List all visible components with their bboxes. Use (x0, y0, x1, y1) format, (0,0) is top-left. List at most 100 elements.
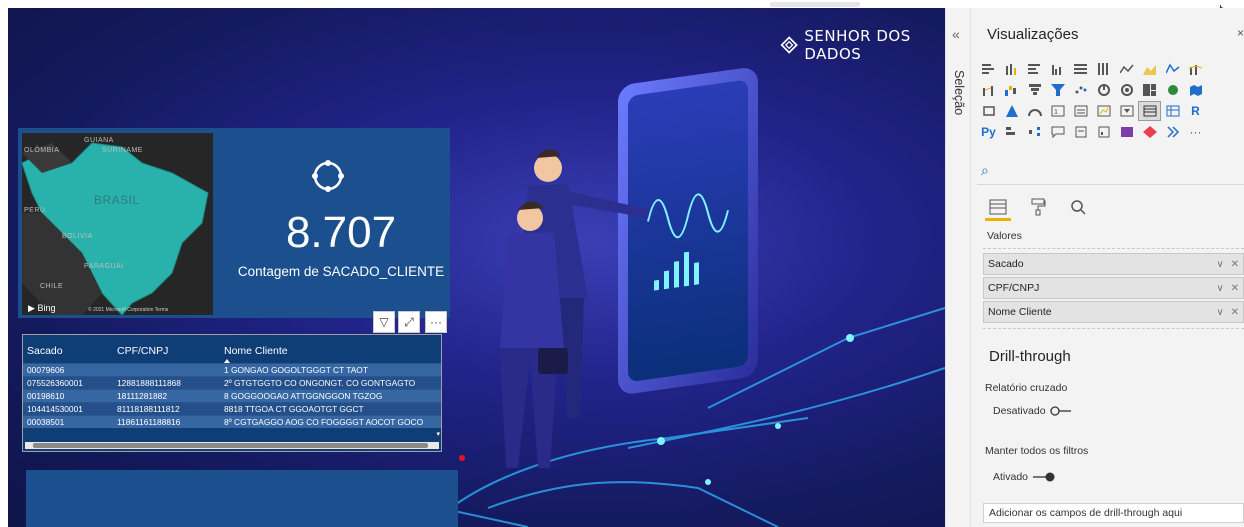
field-options-icon[interactable]: ∨ ✕ (1217, 259, 1241, 270)
table-cell: 11861161188816 (113, 414, 220, 428)
collapse-chevron-icon[interactable]: « (952, 26, 960, 42)
python-visual-label: Py (981, 124, 996, 139)
keep-filters-toggle[interactable]: Ativado (993, 471, 1056, 483)
more-options-button[interactable]: ··· (425, 311, 447, 333)
table-cell: 00198610 (23, 388, 113, 402)
well-divider (983, 328, 1244, 329)
search-icon[interactable]: ⌕ (981, 162, 989, 179)
scroll-segment[interactable] (770, 2, 860, 7)
multi-row-card-icon[interactable] (1069, 101, 1092, 121)
clustered-bar-chart-icon[interactable] (1023, 59, 1046, 79)
cross-report-label: Relatório cruzado (985, 382, 1068, 394)
brand-name: SENHOR DOS DADOS (804, 27, 911, 63)
paginated-report-icon[interactable] (1092, 122, 1115, 142)
kpi-card[interactable]: OLÔMBIA GUIANA SURINAME PERU BOLÍVIA PAR… (18, 128, 450, 318)
close-icon[interactable]: × (1237, 26, 1244, 40)
stacked-column-chart-icon[interactable] (1000, 59, 1023, 79)
red-dot-marker (459, 455, 465, 461)
matrix-icon[interactable] (1161, 101, 1184, 121)
scroll-down-icon[interactable]: ▾ (436, 430, 440, 438)
waterfall-chart-icon[interactable] (1000, 80, 1023, 100)
toggle-on-icon[interactable] (1032, 472, 1056, 482)
kpi-icon[interactable] (1092, 101, 1115, 121)
drill-through-drop-zone[interactable]: Adicionar os campos de drill-through aqu… (983, 503, 1244, 523)
clustered-column-chart-icon[interactable] (1046, 59, 1069, 79)
table-row[interactable]: 075526360001 12881888111868 2º GTGTGGTO … (23, 375, 441, 389)
column-header-label: Nome Cliente (224, 345, 288, 358)
100-stacked-column-chart-icon[interactable] (1092, 59, 1115, 79)
key-influencers-icon[interactable] (1000, 122, 1023, 142)
selection-pane-label[interactable]: Seleção (952, 70, 966, 115)
cross-report-toggle[interactable]: Desativado (993, 405, 1072, 417)
decomposition-tree-icon[interactable] (1023, 122, 1046, 142)
card-icon[interactable]: 1 (1046, 101, 1069, 121)
pie-chart-icon[interactable] (1092, 80, 1115, 100)
power-apps-icon[interactable] (1115, 122, 1138, 142)
tab-format[interactable] (1025, 194, 1051, 220)
table-row[interactable]: 00198610 18111281882 8 GOGGOOGAO ATTGGNG… (23, 388, 441, 402)
bing-icon: ▶ (28, 303, 35, 313)
table-row[interactable]: 00038501 11861161188816 8º CGTGAGGO AOG … (23, 414, 441, 428)
field-well-cpf-cnpj[interactable]: CPF/CNPJ ∨ ✕ (983, 277, 1244, 299)
donut-chart-icon[interactable] (1115, 80, 1138, 100)
stacked-area-chart-icon[interactable] (1161, 59, 1184, 79)
field-name: Sacado (988, 258, 1024, 270)
filled-map-icon[interactable] (1184, 80, 1207, 100)
pane-tabs (985, 194, 1091, 220)
table-cell: 2º GTGTGGTO CO ONGONGT. CO GONTGAGTO (220, 375, 441, 389)
100-stacked-bar-chart-icon[interactable] (1069, 59, 1092, 79)
map-label: GUIANA (84, 137, 114, 144)
brand-logo: SENHOR DOS DADOS (780, 27, 945, 63)
tab-analytics[interactable] (1065, 194, 1091, 220)
more-options-icon: ··· (430, 315, 442, 329)
more-visuals-icon[interactable]: ··· (1184, 122, 1207, 142)
field-well-sacado[interactable]: Sacado ∨ ✕ (983, 253, 1244, 275)
more-visuals-label: ··· (1189, 124, 1202, 139)
treemap-icon[interactable] (1138, 80, 1161, 100)
focus-mode-button[interactable]: ⤢ (398, 311, 420, 333)
ribbon-chart-icon[interactable] (977, 80, 1000, 100)
scrollbar-thumb[interactable] (33, 443, 428, 448)
bottom-card[interactable] (26, 470, 458, 527)
chevrons-icon[interactable] (1161, 122, 1184, 142)
table-icon[interactable] (1138, 100, 1161, 121)
azure-map-icon[interactable] (1000, 101, 1023, 121)
tab-fields[interactable] (985, 194, 1011, 220)
column-header-sacado[interactable]: Sacado (23, 335, 113, 363)
table-cell: 8 GOGGOOGAO ATTGGNGGON TGZOG (220, 388, 441, 402)
table-cell: 12881888111868 (113, 375, 220, 389)
smart-narrative-icon[interactable] (1069, 122, 1092, 142)
scatter-chart-icon[interactable] (1069, 80, 1092, 100)
field-well-nome-cliente[interactable]: Nome Cliente ∨ ✕ (983, 301, 1244, 323)
table-cell: 8818 TTGOA CT GGOAOTGT GGCT (220, 401, 441, 415)
horizontal-scrollbar[interactable] (25, 442, 439, 449)
area-chart-icon[interactable] (1138, 59, 1161, 79)
table-visual[interactable]: Sacado CPF/CNPJ Nome Cliente 00079606 1 … (22, 334, 442, 452)
gauge-icon[interactable] (1023, 101, 1046, 121)
table-row[interactable]: 00079606 1 GONGAO GOGOLTGGGT CT TAOT (23, 362, 441, 376)
field-name: CPF/CNPJ (988, 282, 1040, 294)
field-options-icon[interactable]: ∨ ✕ (1217, 283, 1241, 294)
table-row[interactable]: 104414530001 81118188111812 8818 TTGOA C… (23, 401, 441, 415)
filter-icon: ▽ (379, 315, 389, 329)
python-visual-icon[interactable]: Py (977, 122, 1000, 142)
slicer-icon[interactable] (1115, 101, 1138, 121)
filter-button[interactable]: ▽ (373, 311, 395, 333)
field-options-icon[interactable]: ∨ ✕ (1217, 307, 1241, 318)
map-icon[interactable] (1161, 80, 1184, 100)
r-visual-icon[interactable]: R (1184, 101, 1207, 121)
column-header-nome-cliente[interactable]: Nome Cliente (220, 335, 441, 363)
power-automate-icon[interactable] (1138, 122, 1161, 142)
funnel-chart-icon[interactable] (1023, 80, 1046, 100)
shape-map-icon[interactable] (977, 101, 1000, 121)
funnel-alt-icon[interactable] (1046, 80, 1069, 100)
qna-icon[interactable] (1046, 122, 1069, 142)
line-chart-icon[interactable] (1115, 59, 1138, 79)
map-label: BOLÍVIA (62, 233, 93, 240)
toggle-off-icon[interactable] (1049, 406, 1072, 416)
line-column-chart-icon[interactable] (1184, 59, 1207, 79)
map-visual[interactable]: OLÔMBIA GUIANA SURINAME PERU BOLÍVIA PAR… (22, 133, 213, 315)
stacked-bar-chart-icon[interactable] (977, 59, 1000, 79)
column-header-cpf-cnpj[interactable]: CPF/CNPJ (113, 335, 220, 363)
selection-pane-strip[interactable]: « Seleção (945, 8, 971, 527)
